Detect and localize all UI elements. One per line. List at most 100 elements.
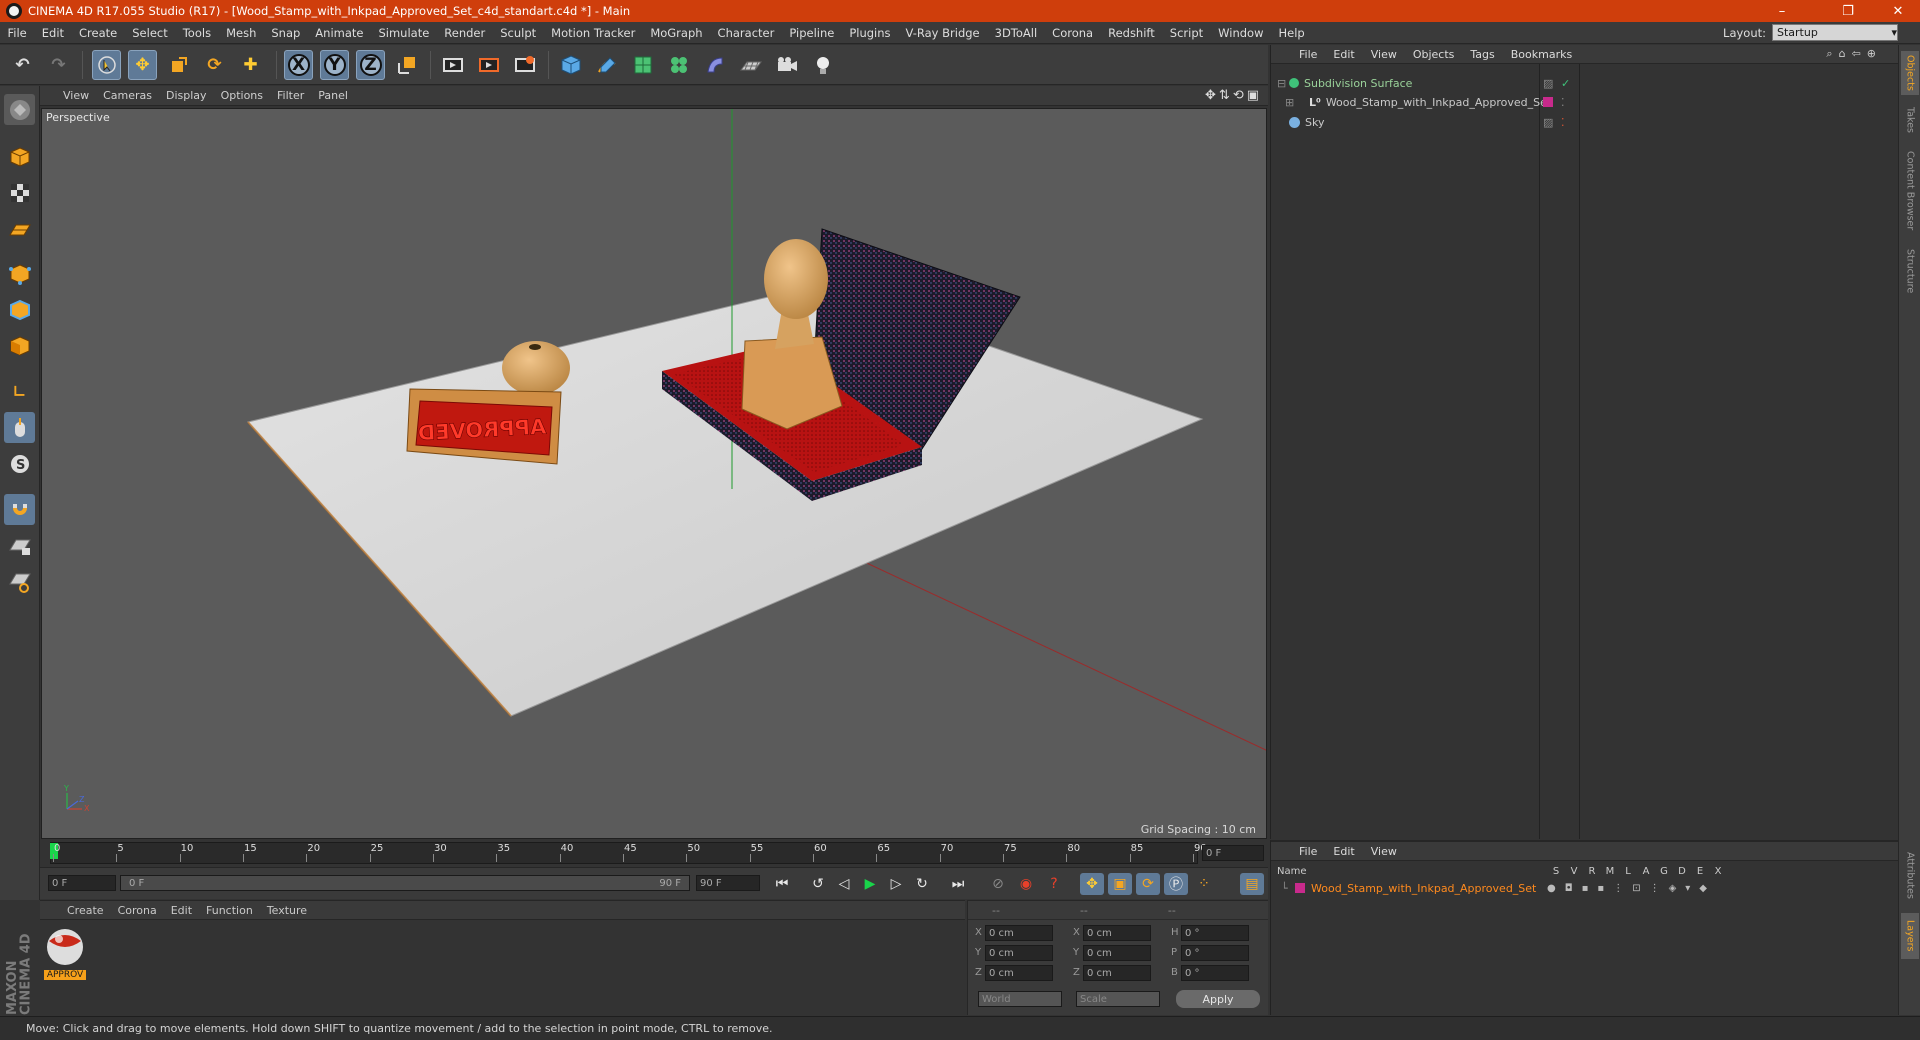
menu-vray-bridge[interactable]: V-Ray Bridge bbox=[898, 26, 987, 40]
timeline-window-icon[interactable]: ▤ bbox=[1240, 873, 1264, 895]
menu-animate[interactable]: Animate bbox=[308, 26, 371, 40]
tab-structure[interactable]: Structure bbox=[1901, 243, 1919, 299]
render-dot-icon[interactable]: ⁚ bbox=[1561, 116, 1565, 129]
viewport-menu-display[interactable]: Display bbox=[159, 89, 214, 102]
recent-tool-icon[interactable]: ✚ bbox=[236, 50, 265, 80]
menu-script[interactable]: Script bbox=[1162, 26, 1210, 40]
object-manager-nav-icons[interactable]: ⌕⌂⇦⊕ bbox=[1818, 47, 1890, 61]
layer-column-header[interactable]: M bbox=[1601, 866, 1619, 877]
render-view-icon[interactable] bbox=[438, 50, 467, 80]
tab-takes[interactable]: Takes bbox=[1901, 101, 1919, 139]
layer-menu-edit[interactable]: Edit bbox=[1325, 845, 1362, 858]
object-menu-tags[interactable]: Tags bbox=[1462, 48, 1502, 61]
layer-menu-view[interactable]: View bbox=[1363, 845, 1405, 858]
viewport-navigation-icons[interactable]: ✥⇅⟲▣ bbox=[1205, 88, 1262, 103]
redo-icon[interactable]: ↷ bbox=[44, 50, 73, 80]
go-to-end-icon[interactable]: ⏭ bbox=[946, 873, 970, 895]
material-menu-edit[interactable]: Edit bbox=[164, 904, 199, 917]
workplane-icon[interactable] bbox=[4, 213, 35, 244]
layer-column-header[interactable]: G bbox=[1655, 866, 1673, 877]
material-swatch[interactable]: APPROV bbox=[44, 927, 86, 980]
menu-snap[interactable]: Snap bbox=[264, 26, 308, 40]
layout-dropdown[interactable]: Startup ▾ bbox=[1772, 24, 1898, 41]
end-frame-field[interactable]: 90 F bbox=[696, 875, 760, 891]
auto-keying-icon[interactable]: ◉ bbox=[1014, 873, 1038, 895]
menu-render[interactable]: Render bbox=[437, 26, 493, 40]
next-key-icon[interactable]: ↻ bbox=[910, 873, 934, 895]
tab-layers[interactable]: Layers bbox=[1901, 913, 1919, 959]
visibility-toggle-icon[interactable]: ▨ bbox=[1543, 116, 1553, 129]
cloner-icon[interactable] bbox=[664, 50, 693, 80]
tab-content-browser[interactable]: Content Browser bbox=[1901, 145, 1919, 237]
coord-value-field[interactable]: 0 cm bbox=[1083, 925, 1151, 941]
object-menu-objects[interactable]: Objects bbox=[1405, 48, 1463, 61]
viewport-menu-filter[interactable]: Filter bbox=[270, 89, 311, 102]
polygons-mode-icon[interactable] bbox=[4, 330, 35, 361]
points-mode-icon[interactable] bbox=[4, 258, 35, 289]
floor-icon[interactable] bbox=[736, 50, 765, 80]
camera-icon[interactable] bbox=[772, 50, 801, 80]
y-axis-lock-icon[interactable]: Y bbox=[320, 50, 349, 80]
key-parameter-icon[interactable]: Ⓟ bbox=[1164, 873, 1188, 895]
menu-sculpt[interactable]: Sculpt bbox=[493, 26, 544, 40]
menu-3dtoall[interactable]: 3DToAll bbox=[987, 26, 1045, 40]
rotate-icon[interactable]: ⟳ bbox=[200, 50, 229, 80]
menu-select[interactable]: Select bbox=[125, 26, 175, 40]
light-icon[interactable] bbox=[808, 50, 837, 80]
object-row-sky[interactable]: Sky ▨ ⁚ bbox=[1271, 114, 1899, 130]
layer-column-header[interactable]: V bbox=[1565, 866, 1583, 877]
menu-mesh[interactable]: Mesh bbox=[219, 26, 264, 40]
menu-edit[interactable]: Edit bbox=[34, 26, 71, 40]
menu-corona[interactable]: Corona bbox=[1045, 26, 1101, 40]
go-to-start-icon[interactable]: ⏮ bbox=[770, 873, 794, 895]
layer-color-swatch[interactable] bbox=[1295, 883, 1305, 893]
viewport-menu-panel[interactable]: Panel bbox=[311, 89, 355, 102]
z-axis-lock-icon[interactable]: Z bbox=[356, 50, 385, 80]
layer-column-header[interactable]: D bbox=[1673, 866, 1691, 877]
keyframe-selection-icon[interactable]: ? bbox=[1042, 873, 1066, 895]
texture-mode-icon[interactable] bbox=[4, 177, 35, 208]
enabled-check-icon[interactable]: ✓ bbox=[1561, 77, 1570, 90]
live-selection-icon[interactable] bbox=[92, 50, 121, 80]
object-row-wood-stamp-set[interactable]: ⊞ L⁰ Wood_Stamp_with_Inkpad_Approved_Set… bbox=[1271, 94, 1899, 110]
layer-column-header[interactable]: X bbox=[1709, 866, 1727, 877]
key-point-level-icon[interactable]: ⁘ bbox=[1192, 873, 1216, 895]
layer-column-header[interactable]: A bbox=[1637, 866, 1655, 877]
material-menu-create[interactable]: Create bbox=[60, 904, 111, 917]
next-frame-icon[interactable]: ▷ bbox=[884, 873, 908, 895]
material-menu-function[interactable]: Function bbox=[199, 904, 260, 917]
undo-icon[interactable]: ↶ bbox=[8, 50, 37, 80]
menu-motion-tracker[interactable]: Motion Tracker bbox=[544, 26, 643, 40]
menu-redshift[interactable]: Redshift bbox=[1101, 26, 1163, 40]
edges-mode-icon[interactable] bbox=[4, 294, 35, 325]
object-menu-edit[interactable]: Edit bbox=[1325, 48, 1362, 61]
menu-pipeline[interactable]: Pipeline bbox=[782, 26, 842, 40]
make-editable-icon[interactable] bbox=[4, 94, 35, 125]
minimize-button[interactable]: – bbox=[1760, 0, 1804, 22]
deformer-icon[interactable] bbox=[700, 50, 729, 80]
solo-icon[interactable]: S bbox=[4, 448, 35, 479]
workplane-lock-icon[interactable] bbox=[4, 530, 35, 561]
timeline-ruler[interactable]: 0 5 10 15 20 25 30 35 40 45 50 55 60 65 70 75 80 85 90 0 F bbox=[40, 840, 1268, 866]
material-menu-texture[interactable]: Texture bbox=[260, 904, 314, 917]
coord-value-field[interactable]: 0 cm bbox=[985, 965, 1053, 981]
menu-help[interactable]: Help bbox=[1271, 26, 1312, 40]
viewport-menu-view[interactable]: View bbox=[56, 89, 96, 102]
layer-color-swatch[interactable] bbox=[1543, 97, 1553, 107]
coordinate-mode-dropdown[interactable]: World bbox=[978, 991, 1062, 1007]
key-rotation-icon[interactable]: ⟳ bbox=[1136, 873, 1160, 895]
scale-icon[interactable] bbox=[164, 50, 193, 80]
axis-mode-icon[interactable]: ∟ bbox=[4, 376, 35, 407]
edit-render-settings-icon[interactable] bbox=[510, 50, 539, 80]
object-menu-bookmarks[interactable]: Bookmarks bbox=[1503, 48, 1580, 61]
render-picture-viewer-icon[interactable] bbox=[474, 50, 503, 80]
menu-mograph[interactable]: MoGraph bbox=[643, 26, 710, 40]
previous-key-icon[interactable]: ↺ bbox=[806, 873, 830, 895]
perspective-viewport[interactable]: APPROVED Y X Z Perspective Grid Spacing … bbox=[41, 108, 1267, 839]
coord-value-field[interactable]: 0 ° bbox=[1181, 925, 1249, 941]
x-axis-lock-icon[interactable]: X bbox=[284, 50, 313, 80]
layer-column-header[interactable]: R bbox=[1583, 866, 1601, 877]
coord-value-field[interactable]: 0 ° bbox=[1181, 965, 1249, 981]
current-frame-field[interactable]: 0 F bbox=[1202, 845, 1264, 861]
menu-plugins[interactable]: Plugins bbox=[842, 26, 898, 40]
